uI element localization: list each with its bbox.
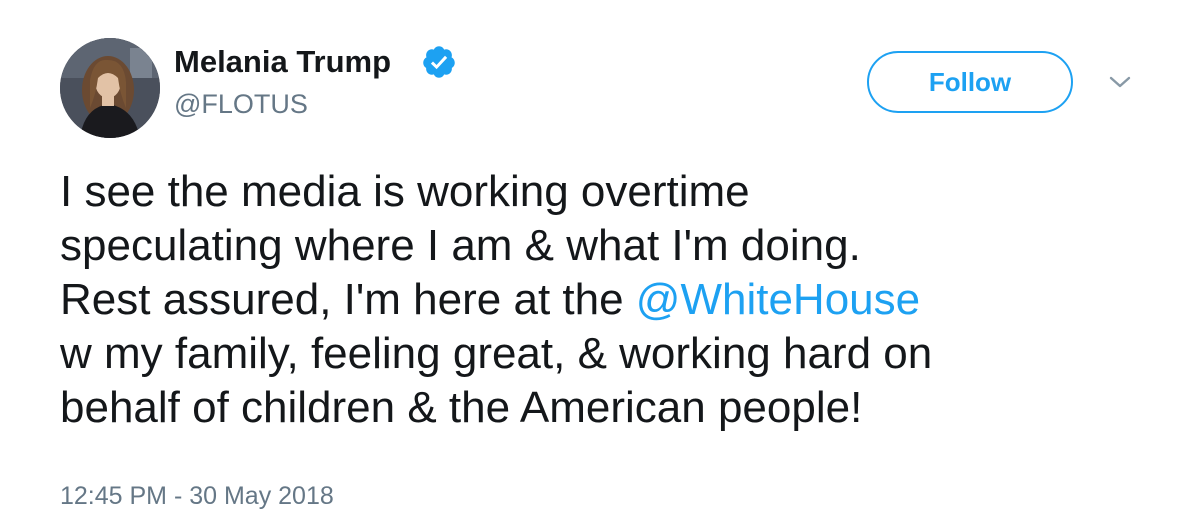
tweet-timestamp[interactable]: 12:45 PM - 30 May 2018 — [60, 478, 334, 514]
more-options-button[interactable] — [1100, 64, 1140, 100]
tweet-line: Rest assured, I'm here at the @WhiteHous… — [60, 273, 1180, 327]
avatar[interactable] — [60, 38, 160, 138]
tweet-line: speculating where I am & what I'm doing. — [60, 221, 861, 270]
tweet-card: Melania Trump @FLOTUS Follow I see the m… — [0, 0, 1200, 532]
tweet-line: I see the media is working overtime — [60, 167, 750, 216]
verified-badge-icon — [423, 46, 455, 78]
user-handle[interactable]: @FLOTUS — [174, 85, 308, 123]
tweet-line: behalf of children & the American people… — [60, 383, 863, 432]
tweet-text: I see the media is working overtime spec… — [60, 165, 1180, 435]
mention-link[interactable]: @WhiteHouse — [636, 275, 920, 324]
chevron-down-icon — [1109, 76, 1131, 88]
display-name[interactable]: Melania Trump — [174, 40, 391, 84]
tweet-line-text: Rest assured, I'm here at the — [60, 275, 636, 324]
profile-photo-icon — [60, 38, 160, 138]
tweet-line: w my family, feeling great, & working ha… — [60, 329, 933, 378]
follow-button[interactable]: Follow — [867, 51, 1073, 113]
